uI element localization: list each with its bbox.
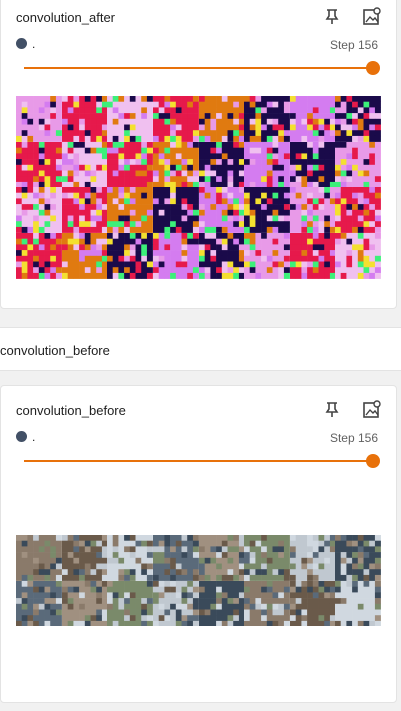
image-thumbnail <box>244 232 290 279</box>
card-title: convolution_before <box>16 403 126 418</box>
image-thumbnail <box>289 535 336 581</box>
step-label: Step 156 <box>329 38 378 52</box>
image-thumbnail <box>152 96 199 142</box>
card-title: convolution_after <box>16 10 116 25</box>
image-thumbnail <box>107 187 153 233</box>
image-thumbnail <box>244 580 290 627</box>
image-thumbnail <box>61 96 108 142</box>
image-thumbnail <box>61 141 108 188</box>
image-thumbnail <box>335 232 381 279</box>
step-slider-track[interactable] <box>24 67 373 69</box>
image-thumbnail <box>198 580 245 627</box>
image-settings-icon[interactable] <box>361 399 383 421</box>
group-label: convolution_before <box>0 343 110 358</box>
image-thumbnail <box>61 580 108 627</box>
image-thumbnail <box>244 535 290 581</box>
image-thumbnail <box>107 232 153 279</box>
image-thumbnail <box>335 535 381 581</box>
image-thumbnail <box>107 580 153 627</box>
card-convolution-after: convolution_after . Step 156 <box>0 0 397 309</box>
run-label: . <box>32 430 36 444</box>
image-thumbnail <box>244 96 290 142</box>
group-header[interactable]: convolution_before <box>0 327 401 371</box>
image-thumbnail <box>198 96 245 142</box>
run-color-dot <box>16 431 27 442</box>
image-thumbnail <box>107 96 153 142</box>
image-thumbnail <box>244 141 290 188</box>
image-thumbnail <box>16 141 62 188</box>
image-thumbnail <box>16 580 62 627</box>
image-thumbnail <box>198 187 245 233</box>
image-thumbnail <box>198 141 245 188</box>
image-thumbnail <box>61 187 108 233</box>
image-thumbnail <box>335 141 381 188</box>
step-slider-track[interactable] <box>24 460 373 462</box>
step-slider-thumb[interactable] <box>366 61 380 75</box>
image-thumbnail <box>335 96 381 142</box>
image-grid <box>16 96 381 279</box>
image-thumbnail <box>198 232 245 279</box>
image-thumbnail <box>152 232 199 279</box>
image-thumbnail <box>335 580 381 627</box>
image-thumbnail <box>107 535 153 581</box>
image-thumbnail <box>152 535 199 581</box>
pin-icon[interactable] <box>321 399 343 421</box>
image-thumbnail <box>289 232 336 279</box>
image-thumbnail <box>61 535 108 581</box>
image-thumbnail <box>289 141 336 188</box>
run-label: . <box>32 37 36 51</box>
image-thumbnail <box>16 232 62 279</box>
image-thumbnail <box>244 187 290 233</box>
pin-icon[interactable] <box>321 6 343 28</box>
image-grid <box>16 535 381 627</box>
image-thumbnail <box>152 580 199 627</box>
image-thumbnail <box>107 141 153 188</box>
image-thumbnail <box>61 232 108 279</box>
step-slider-thumb[interactable] <box>366 454 380 468</box>
run-color-dot <box>16 38 27 49</box>
image-thumbnail <box>16 187 62 233</box>
image-thumbnail <box>152 187 199 233</box>
card-convolution-before: convolution_before . Step 156 <box>0 385 397 703</box>
image-thumbnail <box>16 535 62 581</box>
image-thumbnail <box>335 187 381 233</box>
image-thumbnail <box>289 580 336 627</box>
image-thumbnail <box>289 187 336 233</box>
step-label: Step 156 <box>329 431 378 445</box>
image-thumbnail <box>198 535 245 581</box>
image-settings-icon[interactable] <box>361 6 383 28</box>
image-thumbnail <box>16 96 62 142</box>
image-thumbnail <box>152 141 199 188</box>
image-thumbnail <box>289 96 336 142</box>
